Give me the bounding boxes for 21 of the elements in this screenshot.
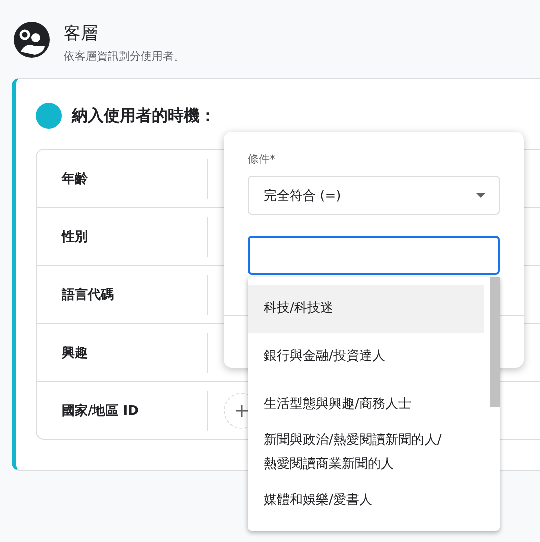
option-item[interactable]: 新聞與政治/熱愛閱讀新聞的人/熱愛閱讀商業新聞的人 (248, 429, 484, 477)
option-item[interactable]: 媒體和娛樂/愛書人 (248, 477, 484, 525)
scrollbar-thumb[interactable] (490, 277, 500, 407)
condition-select[interactable]: 完全符合 (=) (248, 176, 500, 215)
page-title: 客層 (64, 22, 99, 44)
row-label: 語言代碼 (37, 274, 208, 314)
audience-icon (14, 22, 50, 58)
step-dot-icon (36, 103, 62, 129)
caret-icon (476, 193, 486, 198)
field-label: 條件* (248, 152, 276, 168)
plus-icon (236, 404, 248, 416)
row-label: 性別 (37, 216, 208, 256)
section-heading: 納入使用者的時機： (72, 106, 216, 126)
row-label: 年齡 (37, 158, 208, 198)
row-label: 興趣 (37, 332, 208, 372)
page-subtitle: 依客層資訊劃分使用者。 (64, 48, 185, 64)
option-item[interactable]: 銀行與金融/投資達人 (248, 333, 484, 381)
option-item[interactable]: 生活型態與興趣/商務人士 (248, 381, 484, 429)
row-label: 國家/地區 ID (37, 390, 208, 430)
option-item[interactable]: 科技/科技迷 (248, 285, 484, 333)
input-field[interactable] (248, 236, 500, 275)
